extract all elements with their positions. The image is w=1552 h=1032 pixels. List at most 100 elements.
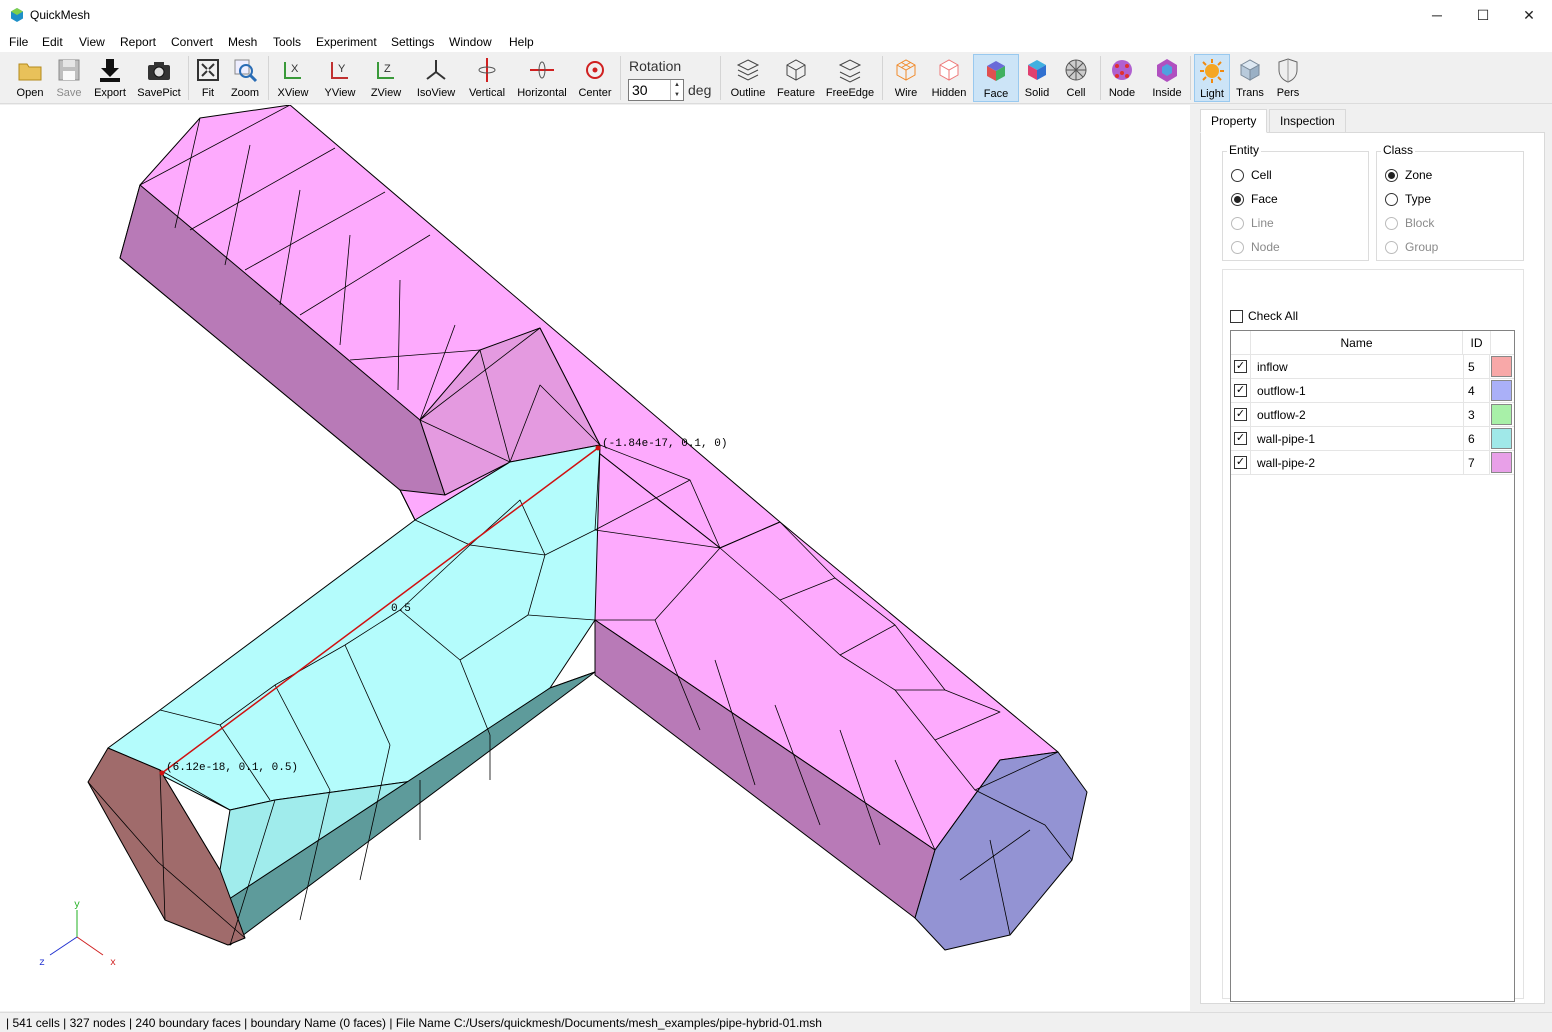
menu-file[interactable]: File <box>9 35 28 49</box>
inside-view-icon <box>1157 59 1177 82</box>
light-sun-icon <box>1200 59 1224 83</box>
toolbar-separator <box>1190 56 1191 100</box>
menu-report[interactable]: Report <box>120 35 156 49</box>
pipe-cyan-top-face <box>107 444 601 811</box>
property-tab-page: Entity Cell Face Line Node Class Zone Ty… <box>1200 132 1545 1004</box>
menu-bar: File Edit View Report Convert Mesh Tools… <box>0 32 1552 52</box>
rotation-stepper[interactable]: ▲ ▼ <box>670 80 683 100</box>
free-edge-icon <box>838 59 862 83</box>
tab-property[interactable]: Property <box>1200 109 1268 133</box>
perspective-button[interactable]: Pers <box>1271 54 1305 102</box>
row-checkbox[interactable]: ✓ <box>1234 408 1247 421</box>
menu-experiment[interactable]: Experiment <box>316 35 377 49</box>
mesh-render[interactable]: (-1.84e-17, 0.1, 0) (6.12e-18, 0.1, 0.5)… <box>0 105 1190 1011</box>
save-picture-button[interactable]: SavePict <box>136 54 182 102</box>
center-button[interactable]: Center <box>576 54 614 102</box>
folder-icon <box>18 63 42 81</box>
toolbar-separator <box>1100 56 1101 100</box>
x-view-button[interactable]: X XView <box>274 54 312 102</box>
svg-text:X: X <box>291 63 299 75</box>
table-row[interactable]: ✓ outflow-2 3 <box>1231 403 1514 427</box>
menu-convert[interactable]: Convert <box>171 35 213 49</box>
floppy-disk-icon <box>58 59 80 81</box>
menu-window[interactable]: Window <box>449 35 492 49</box>
tab-inspection[interactable]: Inspection <box>1269 109 1346 133</box>
minimize-button[interactable]: ─ <box>1414 0 1460 32</box>
menu-view[interactable]: View <box>79 35 105 49</box>
export-button[interactable]: Export <box>90 54 130 102</box>
axis-triad: y x z <box>39 900 116 969</box>
inside-button[interactable]: Inside <box>1148 54 1186 102</box>
horizontal-rotate-button[interactable]: Horizontal <box>514 54 570 102</box>
row-color-swatch[interactable] <box>1491 356 1512 377</box>
rotation-label: Rotation <box>629 58 682 74</box>
toolbar-separator <box>188 56 189 100</box>
entity-group: Entity Cell Face Line Node <box>1222 143 1369 261</box>
table-row[interactable]: ✓ outflow-1 4 <box>1231 379 1514 403</box>
table-row[interactable]: ✓ inflow 5 <box>1231 355 1514 379</box>
status-bar: | 541 cells | 327 nodes | 240 boundary f… <box>0 1012 1552 1032</box>
table-row[interactable]: ✓ wall-pipe-1 6 <box>1231 427 1514 451</box>
measurement-point-a <box>595 445 601 451</box>
row-name: inflow <box>1257 360 1288 374</box>
table-header-id[interactable]: ID <box>1463 331 1491 355</box>
menu-settings[interactable]: Settings <box>391 35 434 49</box>
entity-group-title: Entity <box>1227 143 1262 157</box>
toolbar-separator <box>620 56 621 100</box>
window-title: QuickMesh <box>30 8 91 22</box>
property-panel: Property Inspection Entity Cell Face Lin… <box>1192 105 1552 1011</box>
menu-mesh[interactable]: Mesh <box>228 35 257 49</box>
cell-button[interactable]: Cell <box>1060 54 1092 102</box>
svg-text:Y: Y <box>338 63 346 75</box>
table-row[interactable]: ✓ wall-pipe-2 7 <box>1231 451 1514 475</box>
vertical-rotate-button[interactable]: Vertical <box>466 54 508 102</box>
feature-button[interactable]: Feature <box>774 54 818 102</box>
fit-button[interactable]: Fit <box>193 54 223 102</box>
save-button[interactable]: Save <box>50 54 88 102</box>
row-color-swatch[interactable] <box>1491 404 1512 425</box>
y-view-button[interactable]: Y YView <box>320 54 360 102</box>
light-button[interactable]: Light <box>1194 54 1230 102</box>
trans-button[interactable]: Trans <box>1233 54 1267 102</box>
outline-button[interactable]: Outline <box>728 54 768 102</box>
free-edge-button[interactable]: FreeEdge <box>824 54 876 102</box>
iso-view-button[interactable]: IsoView <box>413 54 459 102</box>
row-name: wall-pipe-2 <box>1257 456 1316 470</box>
target-center-icon <box>586 61 604 79</box>
class-group: Class Zone Type Block Group <box>1376 143 1524 261</box>
face-button[interactable]: Face <box>973 54 1019 102</box>
row-id: 4 <box>1463 379 1490 403</box>
row-checkbox[interactable]: ✓ <box>1234 432 1247 445</box>
zoom-button[interactable]: Zoom <box>228 54 262 102</box>
hidden-button[interactable]: Hidden <box>928 54 970 102</box>
class-group-title: Class <box>1381 143 1416 157</box>
row-color-swatch[interactable] <box>1491 428 1512 449</box>
table-header-name[interactable]: Name <box>1251 331 1463 355</box>
row-color-swatch[interactable] <box>1491 452 1512 473</box>
node-button[interactable]: Node <box>1104 54 1140 102</box>
svg-text:Z: Z <box>384 63 391 75</box>
axis-z-label: z <box>39 958 45 969</box>
row-name: outflow-1 <box>1257 384 1306 398</box>
open-button[interactable]: Open <box>11 54 49 102</box>
x-axis-view-icon: X <box>284 62 301 79</box>
menu-tools[interactable]: Tools <box>273 35 301 49</box>
wire-button[interactable]: Wire <box>888 54 924 102</box>
z-view-button[interactable]: Z ZView <box>366 54 406 102</box>
rotation-input[interactable]: 30 ▲ ▼ <box>628 79 684 101</box>
table-header-check <box>1231 331 1251 355</box>
node-points-icon <box>1112 60 1132 80</box>
solid-button[interactable]: Solid <box>1021 54 1053 102</box>
menu-help[interactable]: Help <box>509 35 534 49</box>
point-b-label: (6.12e-18, 0.1, 0.5) <box>166 762 298 774</box>
row-checkbox[interactable]: ✓ <box>1234 456 1247 469</box>
row-checkbox[interactable]: ✓ <box>1234 384 1247 397</box>
row-id: 3 <box>1463 403 1490 427</box>
row-checkbox[interactable]: ✓ <box>1234 360 1247 373</box>
mesh-viewport[interactable]: (-1.84e-17, 0.1, 0) (6.12e-18, 0.1, 0.5)… <box>0 105 1190 1011</box>
maximize-button[interactable]: ☐ <box>1460 0 1506 32</box>
close-button[interactable]: ✕ <box>1506 0 1552 32</box>
menu-edit[interactable]: Edit <box>42 35 63 49</box>
row-color-swatch[interactable] <box>1491 380 1512 401</box>
check-all-checkbox[interactable] <box>1230 310 1243 323</box>
